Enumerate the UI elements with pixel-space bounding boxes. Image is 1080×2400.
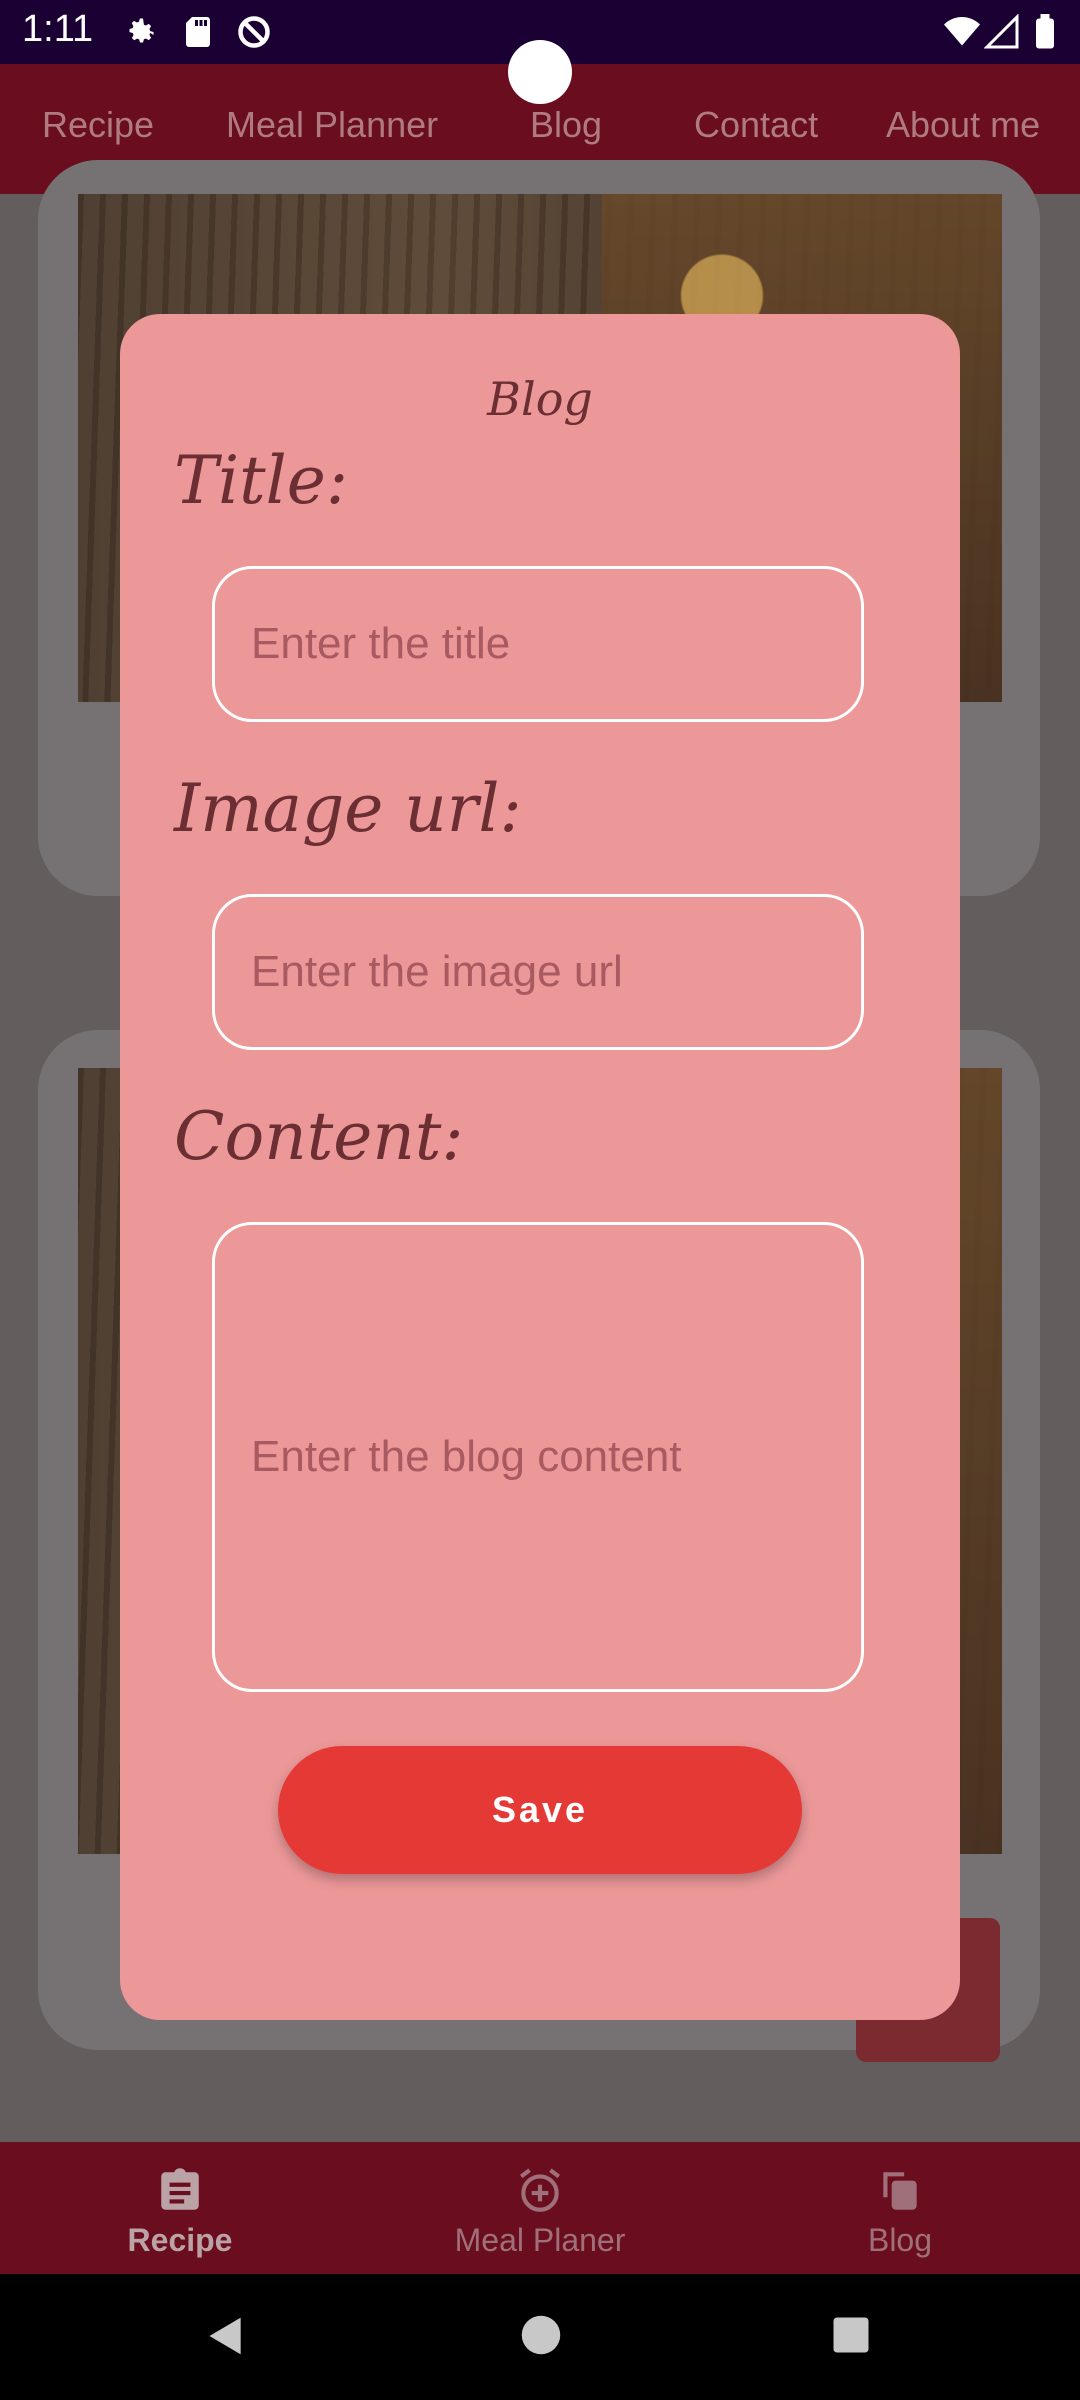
bottom-nav: Recipe Meal Planer Blog [0,2142,1080,2274]
content-label: Content: [174,1098,464,1175]
clipboard-icon [161,2168,199,2210]
dialog-title: Blog [487,372,593,426]
tab-about-me[interactable]: About me [886,104,1040,146]
status-time: 1:11 [22,8,94,50]
back-icon[interactable] [204,2314,248,2358]
system-nav-bar [0,2274,1080,2400]
nav-item-recipe[interactable]: Recipe [0,2142,360,2274]
signal-icon [984,14,1019,49]
title-label: Title: [174,442,349,519]
title-input[interactable]: Enter the title [212,566,864,722]
image-url-label: Image url: [174,770,522,847]
sd-card-icon [186,17,210,47]
do-not-disturb-icon [238,16,270,48]
tab-meal-planner[interactable]: Meal Planner [226,104,438,146]
nav-label-meal-planer: Meal Planer [454,2222,626,2258]
image-url-input[interactable]: Enter the image url [212,894,864,1050]
tab-contact[interactable]: Contact [694,104,818,146]
nav-item-blog[interactable]: Blog [720,2142,1080,2274]
nav-label-recipe: Recipe [127,2222,233,2258]
nav-item-meal-planer[interactable]: Meal Planer [360,2142,720,2274]
tab-blog[interactable]: Blog [530,104,602,146]
alarm-add-icon [520,2168,560,2212]
add-blog-dialog: Blog Title: Enter the title Image url: E… [120,314,960,2020]
content-input[interactable]: Enter the blog content [212,1222,864,1692]
nav-label-blog: Blog [867,2222,933,2258]
wifi-icon [944,17,980,46]
recents-icon[interactable] [830,2314,872,2356]
settings-icon [129,18,154,43]
copy-icon [883,2172,917,2210]
save-button[interactable]: Save [278,1746,802,1874]
tab-recipe[interactable]: Recipe [42,104,154,146]
battery-icon [1036,14,1054,49]
camera-cutout [508,40,572,104]
home-icon[interactable] [520,2314,562,2356]
